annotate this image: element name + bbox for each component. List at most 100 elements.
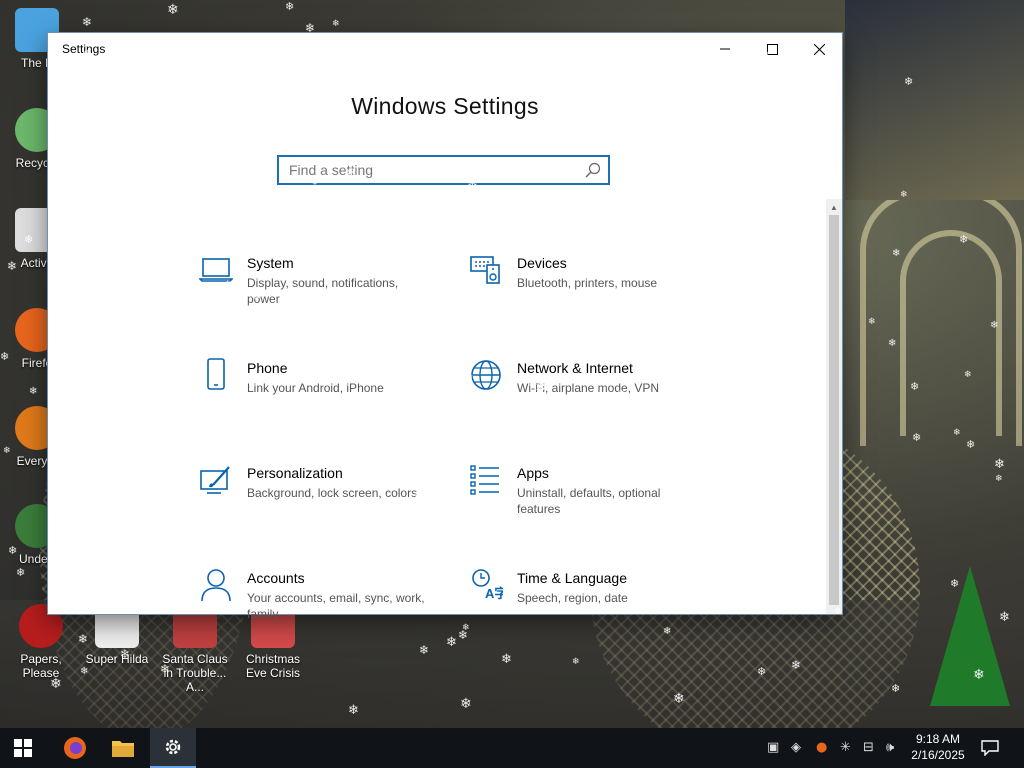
settings-item-desc: Bluetooth, printers, mouse: [517, 276, 658, 290]
search-box[interactable]: [277, 155, 610, 185]
settings-item-name: Phone: [247, 360, 288, 376]
settings-window: Settings Windows Settings System Display…: [48, 33, 842, 621]
network-icon[interactable]: ⊟: [863, 740, 874, 755]
tray-recorder-icon[interactable]: ◈: [791, 740, 801, 755]
clock-time: 9:18 AM: [915, 732, 961, 746]
snowflake: ❄: [501, 652, 512, 667]
maximize-icon: [766, 43, 778, 55]
window-title: Settings: [62, 42, 106, 56]
snowflake: ❄: [462, 623, 470, 633]
tray-app-icon[interactable]: ▣: [767, 740, 779, 755]
snowflake: ❄: [888, 338, 897, 349]
snowflake: ❄: [80, 666, 89, 677]
settings-item-desc: Background, lock screen, colors: [247, 486, 418, 500]
gear-icon: [165, 739, 181, 755]
snowflake: ❄: [757, 665, 767, 678]
close-button[interactable]: [796, 33, 842, 65]
snowflake: ❄: [446, 635, 457, 650]
phone-icon: [207, 358, 225, 390]
snowflake: ❄: [994, 457, 1005, 472]
close-icon: [813, 43, 825, 55]
search-input[interactable]: [287, 161, 581, 179]
desktop-icon-label: Super Hilda: [85, 652, 149, 666]
snowflake: ❄: [82, 15, 93, 29]
keyboard-speaker-icon: [470, 256, 500, 284]
svg-text:A字: A字: [485, 586, 503, 601]
snowflake: ❄: [892, 248, 901, 259]
settings-item-system[interactable]: System Display, sound, notifications, po…: [199, 253, 449, 307]
settings-item-network[interactable]: Network & Internet Wi-Fi, airplane mode,…: [469, 358, 719, 396]
snowflake: ❄: [868, 317, 876, 327]
settings-item-name: Apps: [517, 465, 549, 481]
snowflake: ❄: [458, 628, 469, 642]
snowflake: ❄: [663, 626, 672, 637]
apps-list-icon: [470, 465, 499, 495]
notification-icon: [981, 740, 999, 756]
snowflake: ❄: [419, 643, 430, 657]
desktop-icon-label: Santa Claus in Trouble... A...: [162, 652, 228, 694]
settings-item-desc: Uninstall, defaults, optional features: [517, 486, 661, 516]
snowflake: ❄: [990, 320, 999, 331]
snowflake: ❄: [966, 438, 976, 451]
settings-item-desc: Wi-Fi, airplane mode, VPN: [517, 381, 660, 395]
title-bar[interactable]: Settings: [48, 33, 842, 65]
scroll-up-arrow-icon[interactable]: ▲: [826, 199, 842, 215]
tray-firefox-icon[interactable]: ●: [816, 740, 827, 755]
snowflake: ❄: [959, 233, 969, 246]
settings-item-phone[interactable]: Phone Link your Android, iPhone: [199, 358, 449, 396]
snowflake: ❄: [673, 691, 685, 707]
clock[interactable]: 9:18 AM 2/16/2025: [907, 731, 969, 763]
settings-item-desc: Display, sound, notifications, power: [247, 276, 399, 306]
snowflake: ❄: [29, 386, 38, 397]
minimize-icon: [720, 48, 730, 50]
snowflake: ❄: [791, 658, 802, 672]
folder-icon: [112, 741, 134, 757]
settings-item-devices[interactable]: Devices Bluetooth, printers, mouse: [469, 253, 719, 291]
taskbar-settings[interactable]: [150, 728, 196, 768]
maximize-button[interactable]: [749, 33, 795, 65]
settings-item-desc: Speech, region, date: [517, 591, 628, 605]
snowflake: ❄: [995, 474, 1003, 484]
desktop-icon-label: Christmas Eve Crisis: [245, 652, 300, 680]
taskbar: ▣ ◈ ● ✳ ⊟ 🕪 9:18 AM 2/16/2025: [0, 728, 1024, 768]
scrollbar-thumb[interactable]: [829, 215, 839, 605]
windows-logo-icon: [14, 739, 32, 757]
search-icon: [585, 162, 601, 178]
globe-icon: [471, 360, 501, 390]
action-center-button[interactable]: [970, 728, 1010, 768]
laptop-icon: [199, 258, 233, 282]
settings-item-time-language[interactable]: A字 Time & Language Speech, region, date: [469, 568, 719, 606]
settings-item-apps[interactable]: Apps Uninstall, defaults, optional featu…: [469, 463, 719, 517]
minimize-button[interactable]: [702, 33, 748, 65]
settings-item-name: Time & Language: [517, 570, 627, 586]
settings-item-accounts[interactable]: Accounts Your accounts, email, sync, wor…: [199, 568, 449, 622]
snowflake: ❄: [348, 703, 359, 718]
snowflake: ❄: [16, 566, 26, 579]
snowflake: ❄: [912, 431, 922, 444]
snowflake: ❄: [953, 428, 961, 438]
desktop-icon-papers-please[interactable]: Papers, Please: [2, 604, 80, 680]
person-icon: [201, 569, 231, 602]
snowflake: ❄: [910, 380, 920, 393]
firefox-icon: [64, 737, 86, 759]
snowflake: ❄: [460, 696, 472, 712]
settings-item-desc: Link your Android, iPhone: [247, 381, 384, 395]
start-button[interactable]: [0, 728, 46, 768]
settings-item-name: Devices: [517, 255, 567, 271]
settings-item-personalization[interactable]: Personalization Background, lock screen,…: [199, 463, 449, 501]
settings-item-name: Network & Internet: [517, 360, 633, 376]
paintbrush-icon: [200, 466, 230, 494]
settings-item-name: System: [247, 255, 294, 271]
snowflake: ❄: [964, 370, 972, 380]
scrollbar[interactable]: ▲: [826, 199, 842, 614]
taskbar-firefox[interactable]: [52, 728, 98, 768]
tray-snowflake-icon[interactable]: ✳: [840, 740, 851, 755]
taskbar-file-explorer[interactable]: [100, 728, 146, 768]
volume-icon[interactable]: 🕪: [886, 740, 894, 755]
page-title: Windows Settings: [351, 93, 539, 119]
snowflake: ❄: [904, 75, 914, 88]
settings-item-name: Personalization: [247, 465, 343, 481]
snowflake: ❄: [285, 0, 295, 13]
settings-item-name: Accounts: [247, 570, 305, 586]
settings-item-desc: Your accounts, email, sync, work, family: [247, 591, 425, 621]
